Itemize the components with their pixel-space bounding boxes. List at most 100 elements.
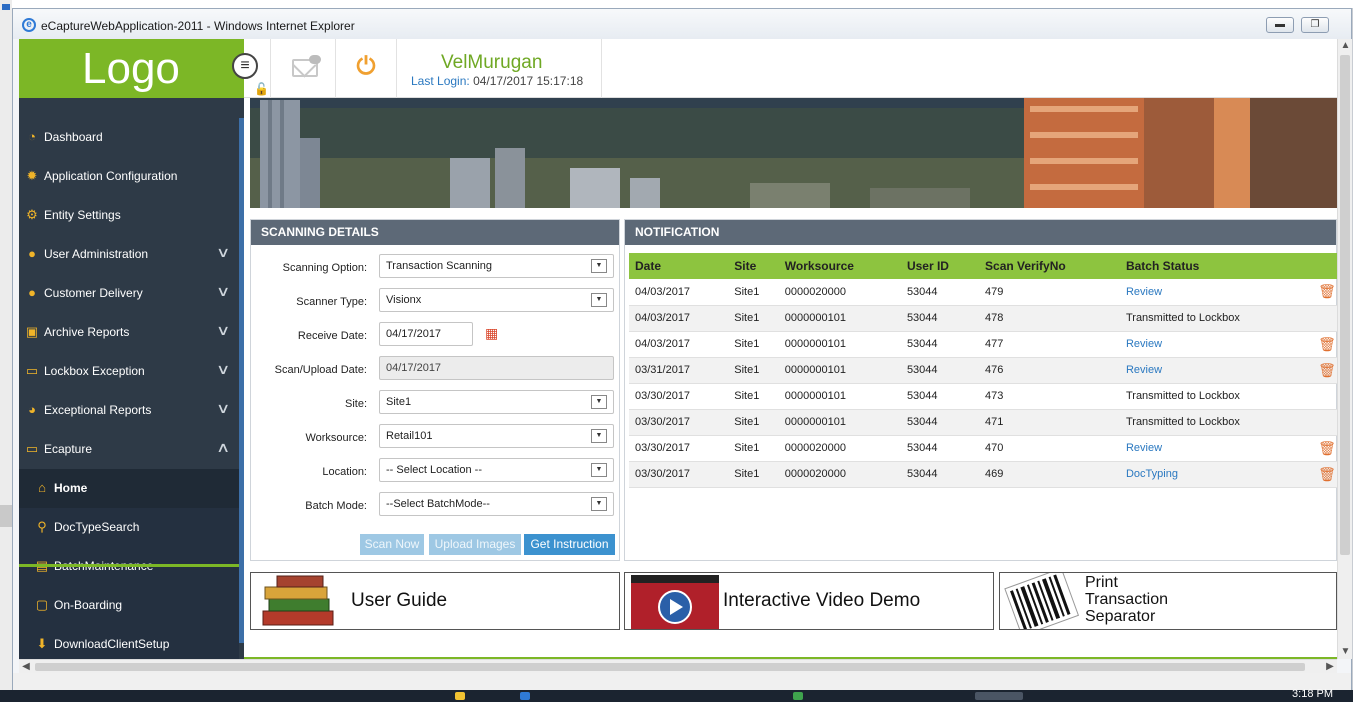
dropdown-arrow-icon[interactable]: ▼ bbox=[591, 429, 607, 443]
upload-images-button[interactable]: Upload Images bbox=[429, 534, 521, 555]
select-field[interactable]: Retail101 ▼ bbox=[379, 424, 614, 448]
print-label-line1: Print bbox=[1085, 574, 1118, 591]
scanning-details-panel: SCANNING DETAILS Scanning Option: Transac… bbox=[250, 219, 620, 561]
chevron-down-icon[interactable]: ∨ bbox=[216, 244, 230, 261]
user-guide-tile[interactable]: User Guide bbox=[250, 572, 620, 630]
dropdown-arrow-icon[interactable]: ▼ bbox=[591, 497, 607, 511]
chevron-up-icon[interactable]: ∧ bbox=[216, 439, 230, 456]
table-cell: 478 bbox=[979, 305, 1120, 332]
select-field[interactable]: Site1 ▼ bbox=[379, 390, 614, 414]
user-icon: ● bbox=[28, 246, 36, 261]
sidebar-scrollbar[interactable] bbox=[239, 118, 244, 643]
batch-status-link[interactable]: Review bbox=[1119, 435, 1315, 462]
taskbar-app-icon[interactable] bbox=[793, 692, 803, 700]
field-label: Scanner Type: bbox=[296, 296, 367, 308]
table-cell: Site1 bbox=[728, 279, 779, 306]
print-separator-tile[interactable]: Print Transaction Separator bbox=[999, 572, 1337, 630]
gear-icon: ✹ bbox=[26, 168, 38, 183]
chevron-down-icon[interactable]: ∨ bbox=[216, 400, 230, 417]
dropdown-arrow-icon[interactable]: ▼ bbox=[591, 463, 607, 477]
table-cell: Transmitted to Lockbox bbox=[1119, 383, 1315, 410]
scroll-left-icon[interactable]: ◀ bbox=[19, 660, 33, 674]
dropdown-arrow-icon[interactable]: ▼ bbox=[591, 293, 607, 307]
box-icon: ▣ bbox=[25, 324, 39, 339]
menu-toggle-icon[interactable]: ≡ bbox=[232, 53, 258, 79]
chevron-down-icon[interactable]: ∨ bbox=[216, 361, 230, 378]
table-cell: Site1 bbox=[728, 357, 779, 384]
table-row: 03/31/2017 Site1 0000000101 53044 476 Review 🗑 bbox=[629, 357, 1337, 384]
dropdown-arrow-icon[interactable]: ▼ bbox=[591, 259, 607, 273]
taskbar-folder-icon[interactable] bbox=[455, 692, 465, 700]
sidebar-subitem[interactable]: ⚲ DocTypeSearch bbox=[19, 508, 239, 547]
scan-now-button[interactable]: Scan Now bbox=[360, 534, 424, 555]
taskbar-clock: 3:18 PM bbox=[1292, 688, 1333, 700]
vertical-scrollbar[interactable]: ▲ ▼ bbox=[1337, 39, 1352, 659]
sidebar-subitem-label: On-Boarding bbox=[54, 598, 123, 612]
sidebar-subitem[interactable]: ▢ On-Boarding bbox=[19, 586, 239, 625]
logo[interactable]: Logo bbox=[19, 39, 244, 98]
batch-status-link[interactable]: DocTyping bbox=[1119, 461, 1315, 488]
taskbar-app-icon[interactable] bbox=[520, 692, 530, 700]
taskbar-ie-button[interactable] bbox=[975, 692, 1023, 700]
sidebar-item[interactable]: ▣ Archive Reports ∨ bbox=[19, 313, 239, 352]
select-field[interactable]: -- Select Location -- ▼ bbox=[379, 458, 614, 482]
vertical-scroll-thumb[interactable] bbox=[1340, 55, 1350, 555]
horizontal-scrollbar[interactable]: ◀ ▶ bbox=[19, 659, 1337, 673]
sidebar-item[interactable]: ◔ Dashboard bbox=[19, 118, 239, 157]
table-cell: 0000020000 bbox=[778, 279, 901, 306]
dropdown-arrow-icon[interactable]: ▼ bbox=[591, 395, 607, 409]
table-cell bbox=[1315, 305, 1337, 332]
form-row: Batch Mode: --Select BatchMode-- ▼ bbox=[251, 492, 619, 517]
dashboard-icon: ◔ bbox=[28, 129, 36, 144]
delete-icon[interactable]: 🗑 bbox=[1315, 435, 1337, 462]
minimize-button[interactable]: ▬ bbox=[1266, 17, 1294, 33]
sidebar-item[interactable]: ⚙ Entity Settings bbox=[19, 196, 239, 235]
delete-icon[interactable]: 🗑 bbox=[1315, 279, 1337, 306]
batch-status-link[interactable]: Review bbox=[1119, 279, 1315, 306]
batch-status-link[interactable]: Review bbox=[1119, 357, 1315, 384]
sidebar-subitem[interactable]: ⌂ Home bbox=[19, 469, 239, 508]
unlock-icon[interactable]: 🔓 bbox=[254, 82, 269, 96]
select-field[interactable]: --Select BatchMode-- ▼ bbox=[379, 492, 614, 516]
select-field[interactable]: Visionx ▼ bbox=[379, 288, 614, 312]
desktop-top-strip bbox=[0, 0, 1353, 8]
delete-icon[interactable]: 🗑 bbox=[1315, 461, 1337, 488]
table-cell: 53044 bbox=[900, 435, 980, 462]
table-cell: 53044 bbox=[900, 279, 980, 306]
batch-status-link[interactable]: Review bbox=[1119, 331, 1315, 358]
sidebar-item[interactable]: ● Customer Delivery ∨ bbox=[19, 274, 239, 313]
get-instruction-button[interactable]: Get Instruction bbox=[524, 534, 615, 555]
calendar-icon[interactable]: ▦ bbox=[485, 325, 498, 342]
select-field[interactable]: Transaction Scanning ▼ bbox=[379, 254, 614, 278]
sidebar-subitem[interactable]: ⬇ DownloadClientSetup bbox=[19, 625, 239, 659]
chevron-down-icon[interactable]: ∨ bbox=[216, 283, 230, 300]
restore-button[interactable]: ❐ bbox=[1301, 17, 1329, 33]
scroll-up-icon[interactable]: ▲ bbox=[1338, 39, 1353, 53]
date-input[interactable]: 04/17/2017 bbox=[379, 322, 473, 346]
sidebar-item[interactable]: ● User Administration ∨ bbox=[19, 235, 239, 274]
sidebar-item[interactable]: ◕ Exceptional Reports ∨ bbox=[19, 391, 239, 430]
sidebar-item[interactable]: ✹ Application Configuration bbox=[19, 157, 239, 196]
form-row: Location: -- Select Location -- ▼ bbox=[251, 458, 619, 483]
scroll-right-icon[interactable]: ▶ bbox=[1323, 660, 1337, 674]
sidebar-subitem-label: DownloadClientSetup bbox=[54, 637, 170, 651]
notification-panel: NOTIFICATION Date Site Worksource User ID Sc… bbox=[624, 219, 1337, 561]
scroll-down-icon[interactable]: ▼ bbox=[1338, 645, 1353, 659]
table-cell: 0000000101 bbox=[778, 409, 901, 436]
delete-icon[interactable]: 🗑 bbox=[1315, 357, 1337, 384]
sidebar-item-label: Customer Delivery bbox=[44, 286, 143, 300]
table-row: 03/30/2017 Site1 0000000101 53044 473 Transmi… bbox=[629, 383, 1337, 410]
horizontal-scroll-thumb[interactable] bbox=[35, 663, 1305, 671]
field-value: Site1 bbox=[386, 396, 412, 408]
sidebar-item[interactable]: ▭ Lockbox Exception ∨ bbox=[19, 352, 239, 391]
column-header: Date bbox=[629, 253, 729, 279]
video-demo-tile[interactable]: Interactive Video Demo bbox=[624, 572, 994, 630]
form-row: Worksource: Retail101 ▼ bbox=[251, 424, 619, 449]
video-demo-label: Interactive Video Demo bbox=[723, 590, 921, 611]
delete-icon[interactable]: 🗑 bbox=[1315, 331, 1337, 358]
sidebar-item[interactable]: ▭ Ecapture ∧ bbox=[19, 430, 239, 469]
table-cell: 03/30/2017 bbox=[629, 461, 729, 488]
chevron-down-icon[interactable]: ∨ bbox=[216, 322, 230, 339]
power-icon[interactable]: ⏻ bbox=[354, 55, 378, 79]
table-cell: 470 bbox=[979, 435, 1120, 462]
